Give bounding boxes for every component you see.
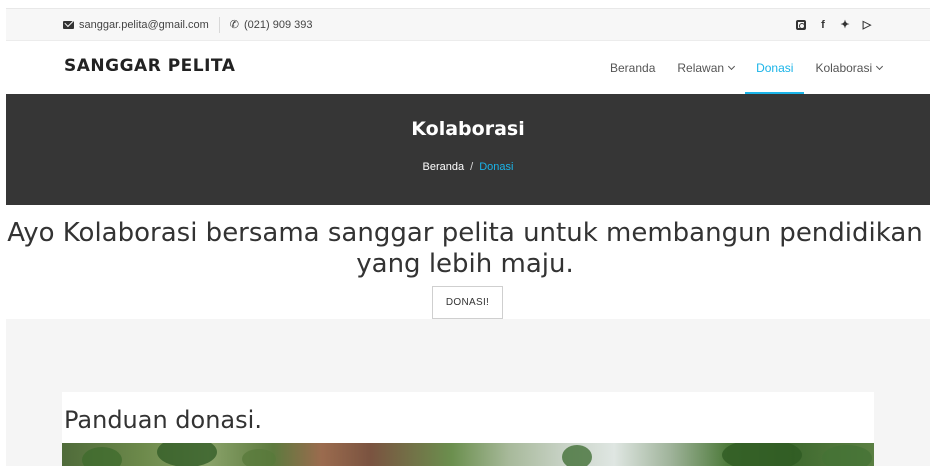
intro-text: Ayo Kolaborasi bersama sanggar pelita un… <box>0 218 930 280</box>
top-bar: sanggar.pelita@gmail.com ✆ (021) 909 393… <box>6 8 930 41</box>
phone-contact[interactable]: ✆ (021) 909 393 <box>229 18 313 32</box>
nav-menu: Beranda Relawan Donasi Kolaborasi <box>599 42 893 94</box>
twitter-icon[interactable]: ✦ <box>840 18 850 31</box>
chevron-down-icon <box>728 62 736 71</box>
nav-item-donasi[interactable]: Donasi <box>745 42 805 94</box>
email-contact[interactable]: sanggar.pelita@gmail.com <box>63 19 209 31</box>
page-header: Kolaborasi Beranda / Donasi <box>6 94 930 205</box>
nav-item-label: Kolaborasi <box>815 61 873 75</box>
nav-item-label: Relawan <box>677 61 725 75</box>
site-brand[interactable]: SANGGAR PELITA <box>64 56 235 76</box>
contact-info: sanggar.pelita@gmail.com ✆ (021) 909 393 <box>63 9 313 40</box>
nav-item-kolaborasi[interactable]: Kolaborasi <box>804 42 893 94</box>
nav-item-relawan[interactable]: Relawan <box>666 42 745 94</box>
breadcrumb-home[interactable]: Beranda <box>423 161 465 173</box>
email-text[interactable]: sanggar.pelita@gmail.com <box>79 19 209 31</box>
facebook-icon[interactable]: f <box>818 19 828 31</box>
guide-photo <box>62 443 874 466</box>
nav-item-beranda[interactable]: Beranda <box>599 42 666 94</box>
page-title: Kolaborasi <box>411 118 525 140</box>
envelope-icon <box>63 20 74 29</box>
phone-text[interactable]: (021) 909 393 <box>244 19 313 31</box>
social-links: f ✦ ▷ <box>796 9 872 40</box>
section-heading: Panduan donasi. <box>64 406 262 434</box>
breadcrumb-separator: / <box>470 161 474 173</box>
donate-button[interactable]: DONASI! <box>432 286 503 319</box>
nav-item-label: Beranda <box>610 61 656 75</box>
chevron-down-icon <box>876 62 884 71</box>
nav-item-label: Donasi <box>756 61 794 75</box>
intro-line-1: Ayo Kolaborasi bersama sanggar pelita un… <box>7 218 923 248</box>
phone-icon: ✆ <box>229 19 240 31</box>
divider <box>218 16 220 33</box>
intro-line-2: yang lebih maju. <box>356 249 574 279</box>
instagram-icon[interactable] <box>796 19 806 30</box>
youtube-icon[interactable]: ▷ <box>862 18 872 31</box>
main-navbar: SANGGAR PELITA Beranda Relawan Donasi Ko… <box>6 42 930 94</box>
breadcrumb: Beranda / Donasi <box>6 161 930 173</box>
breadcrumb-current: Donasi <box>479 161 514 173</box>
